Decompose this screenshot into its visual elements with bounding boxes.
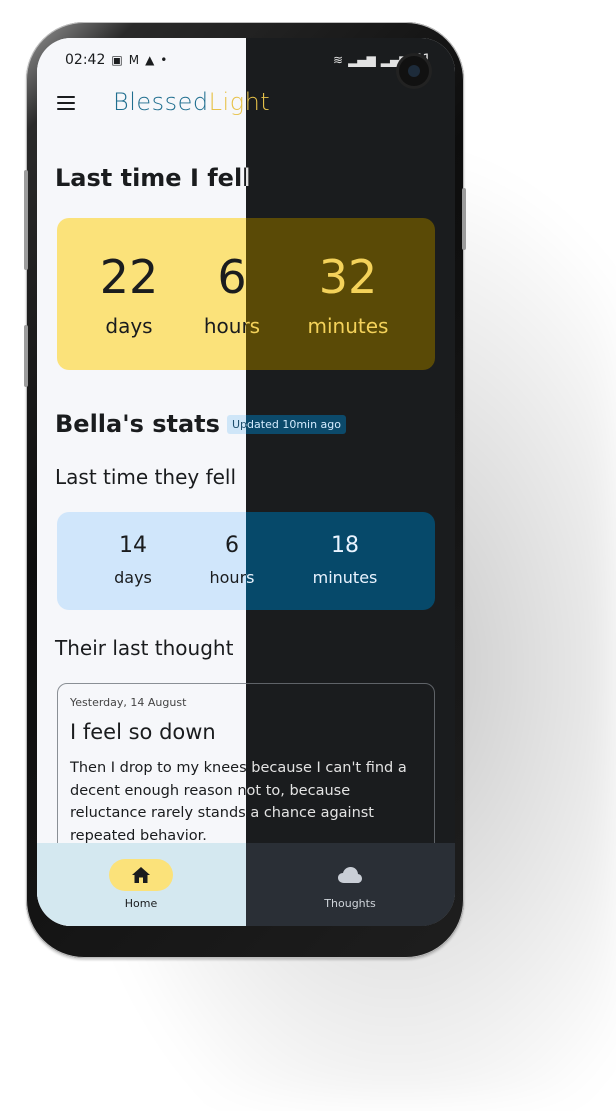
minutes-counter-dark: 32 minutes xyxy=(307,250,389,338)
bell-icon: ▲ xyxy=(145,53,155,67)
cloud-icon xyxy=(338,867,362,883)
phone-power-button xyxy=(462,188,466,250)
wifi-icon: ≋ xyxy=(333,53,344,67)
nav-home-label: Home xyxy=(124,897,158,910)
status-bar: 02:42 ▣ M ▲ • xyxy=(65,52,167,68)
status-time: 02:42 xyxy=(65,52,106,68)
home-icon xyxy=(132,867,150,883)
front-camera xyxy=(399,56,429,86)
gmail-icon: M xyxy=(128,53,140,67)
last-thought-heading: Their last thought xyxy=(55,636,234,660)
nav-thoughts-dark[interactable]: Thoughts xyxy=(290,853,410,910)
app-screen: 02:42 ▣ M ▲ • BlessedLight Last time I f… xyxy=(37,38,455,926)
my-fall-heading: Last time I fell xyxy=(55,164,251,192)
thought-title: I feel so down xyxy=(70,720,216,744)
nav-thoughts-label-dark: Thoughts xyxy=(324,897,376,910)
nav-home[interactable]: Home xyxy=(81,853,201,910)
partner-stats-heading: Bella's stats xyxy=(55,410,220,438)
days-counter: 22 days xyxy=(99,250,159,338)
nav-home-pill[interactable] xyxy=(109,859,173,891)
menu-icon[interactable] xyxy=(57,96,75,110)
dot-icon: • xyxy=(160,53,168,67)
phone-volume-button xyxy=(24,170,28,270)
signal-icon: ▂▄▆ xyxy=(348,53,376,67)
partner-minutes-counter-dark: 18 minutes xyxy=(312,533,378,588)
nav-thoughts-pill-dark[interactable] xyxy=(318,859,382,891)
partner-days-counter: 14 days xyxy=(114,533,152,588)
partner-fall-subheading: Last time they fell xyxy=(55,465,237,489)
gallery-icon: ▣ xyxy=(111,53,123,67)
thought-date: Yesterday, 14 August xyxy=(70,696,187,709)
phone-bixby-button xyxy=(24,325,28,387)
